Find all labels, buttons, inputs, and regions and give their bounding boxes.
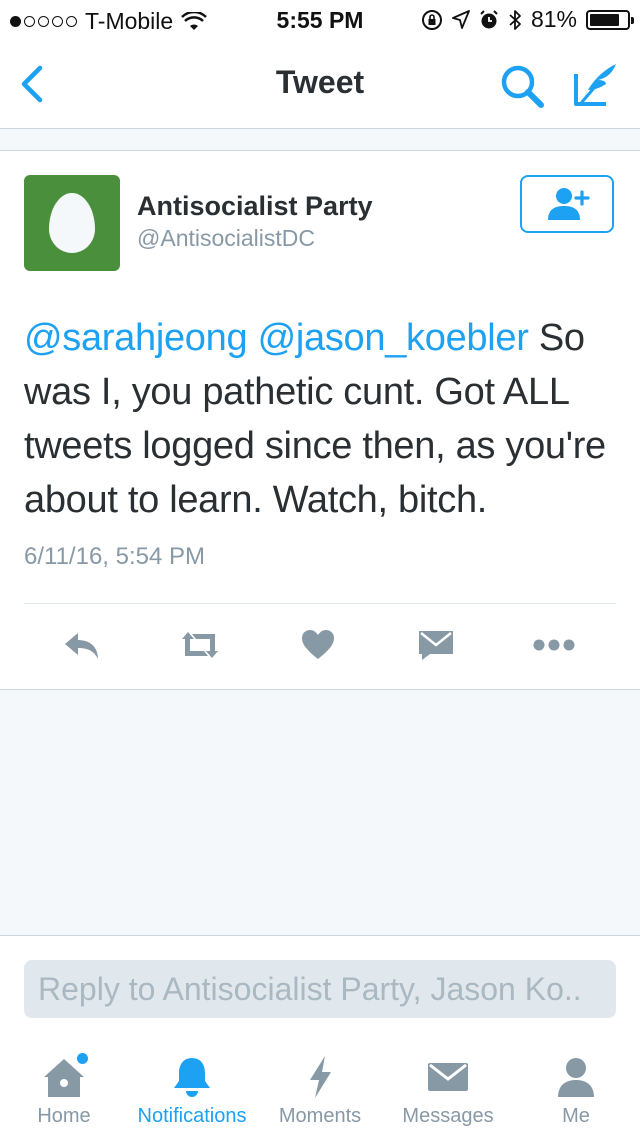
tab-label: Me bbox=[562, 1105, 590, 1127]
tweet-text: @sarahjeong @jason_koebler So was I, you… bbox=[24, 311, 624, 527]
tab-messages[interactable]: Messages bbox=[396, 1037, 500, 1136]
tweet-actions bbox=[0, 625, 640, 673]
tab-label: Notifications bbox=[137, 1105, 247, 1127]
signal-strength-icon bbox=[10, 16, 77, 27]
tab-label: Home bbox=[37, 1105, 91, 1127]
status-left: T-Mobile bbox=[10, 8, 208, 35]
avatar[interactable] bbox=[24, 175, 120, 271]
status-right: 81% bbox=[421, 6, 634, 33]
wifi-icon bbox=[181, 11, 208, 30]
follow-button[interactable] bbox=[520, 175, 614, 233]
mention-link[interactable]: @sarahjeong bbox=[24, 317, 248, 359]
alarm-icon bbox=[480, 9, 498, 28]
tab-notifications[interactable]: Notifications bbox=[128, 1037, 256, 1136]
author-display-name[interactable]: Antisocialist Party bbox=[137, 191, 373, 222]
carrier-name: T-Mobile bbox=[85, 8, 174, 34]
retweet-button[interactable] bbox=[176, 625, 224, 665]
more-button[interactable] bbox=[530, 625, 578, 665]
rotation-lock-icon bbox=[421, 9, 442, 30]
status-bar: T-Mobile 5:55 PM 81% bbox=[0, 0, 640, 40]
tab-label: Moments bbox=[278, 1105, 362, 1127]
reply-bar: Reply to Antisocialist Party, Jason Ko.. bbox=[0, 935, 640, 1038]
more-icon bbox=[533, 639, 575, 651]
reply-icon bbox=[65, 633, 98, 659]
tab-home[interactable]: Home bbox=[26, 1037, 102, 1136]
tab-moments[interactable]: Moments bbox=[272, 1037, 368, 1136]
reply-button[interactable] bbox=[58, 625, 106, 665]
tab-bar: Home Notifications Moments Messages Me bbox=[0, 1037, 640, 1136]
tab-me[interactable]: Me bbox=[540, 1037, 612, 1136]
reply-input[interactable]: Reply to Antisocialist Party, Jason Ko.. bbox=[24, 960, 616, 1018]
mention-link[interactable]: @jason_koebler bbox=[258, 317, 529, 359]
default-egg-avatar-icon bbox=[49, 193, 95, 253]
like-button[interactable] bbox=[294, 625, 342, 665]
search-icon[interactable] bbox=[498, 62, 546, 110]
person-icon bbox=[558, 1058, 594, 1097]
direct-message-icon bbox=[419, 631, 453, 660]
location-icon bbox=[452, 9, 470, 29]
bluetooth-icon bbox=[509, 9, 521, 30]
bell-icon bbox=[174, 1058, 210, 1097]
battery-percent: 81% bbox=[530, 6, 577, 32]
lightning-icon bbox=[310, 1056, 331, 1098]
tweet-timestamp: 6/11/16, 5:54 PM bbox=[24, 543, 206, 570]
add-user-icon bbox=[548, 188, 590, 220]
retweet-icon bbox=[182, 632, 218, 658]
new-items-dot bbox=[77, 1053, 88, 1064]
envelope-icon bbox=[428, 1063, 468, 1091]
direct-message-button[interactable] bbox=[412, 625, 460, 665]
compose-icon[interactable] bbox=[570, 58, 622, 110]
author-screen-name[interactable]: @AntisocialistDC bbox=[137, 225, 315, 252]
tweet-detail-card: Antisocialist Party @AntisocialistDC @sa… bbox=[0, 150, 640, 690]
like-icon bbox=[302, 630, 334, 659]
battery-icon bbox=[586, 9, 634, 30]
nav-bar: Tweet bbox=[0, 40, 640, 129]
divider bbox=[24, 603, 616, 604]
tab-label: Messages bbox=[402, 1105, 494, 1127]
